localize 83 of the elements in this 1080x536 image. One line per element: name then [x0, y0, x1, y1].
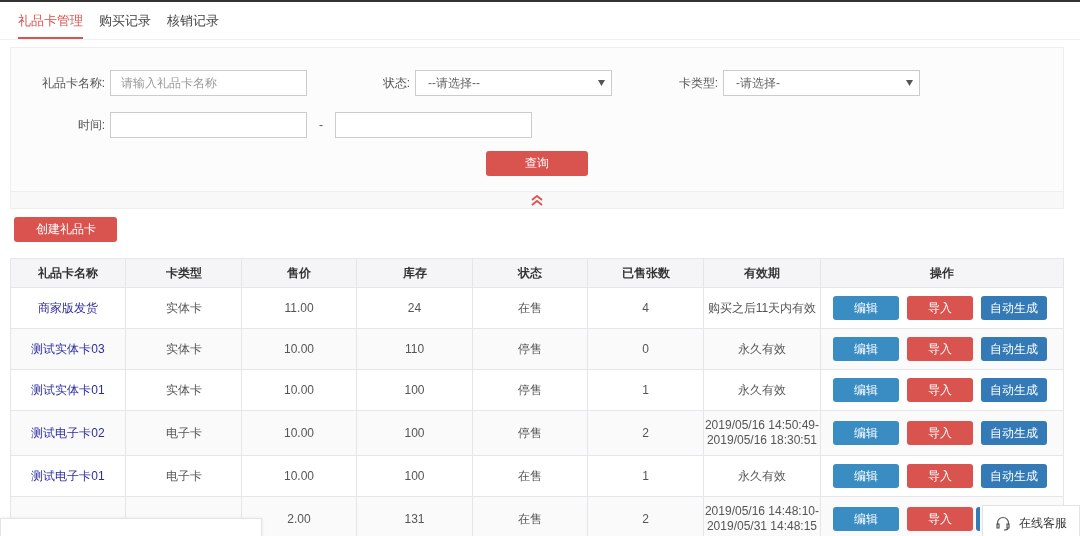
table-cell: 10.00 [284, 342, 314, 356]
edit-button[interactable]: 编辑 [833, 507, 899, 531]
double-chevron-up-icon [531, 194, 543, 206]
table-cell: 10.00 [284, 469, 314, 483]
table-cell: 131 [404, 512, 425, 526]
table-cell: 停售 [518, 341, 542, 356]
column-header: 礼品卡名称 [10, 258, 126, 288]
column-header: 已售张数 [587, 258, 704, 288]
validity-cell-text: 永久有效 [737, 382, 787, 398]
import-button[interactable]: 导入 [907, 421, 973, 445]
generate-button[interactable]: 自动生成 [981, 421, 1047, 445]
tab[interactable]: 礼品卡管理 [18, 2, 83, 39]
table-cell: 11.00 [284, 301, 314, 315]
table-cell: 电子卡 [165, 425, 202, 440]
table-cell: 实体卡 [165, 341, 202, 356]
table-cell: 在售 [518, 300, 542, 315]
dropdown-caret-icon [598, 80, 605, 86]
edit-button[interactable]: 编辑 [833, 464, 899, 488]
import-button[interactable]: 导入 [907, 507, 973, 531]
generate-button[interactable]: 自动生成 [981, 337, 1047, 361]
collapse-bar[interactable] [11, 191, 1063, 208]
table-cell: 4 [642, 301, 649, 315]
online-service-widget[interactable]: 在线客服 [982, 505, 1080, 536]
table-cell: 10.00 [284, 426, 314, 440]
start-time-field[interactable] [110, 112, 307, 138]
table-cell: 2 [642, 512, 649, 526]
select-dropdown[interactable]: --请选择-- [415, 70, 612, 96]
search-button[interactable]: 查询 [486, 151, 588, 176]
edit-button[interactable]: 编辑 [833, 337, 899, 361]
validity-cell: 2019/05/16 14:50:49- 2019/05/16 18:30:51 [704, 418, 820, 448]
edit-button[interactable]: 编辑 [833, 378, 899, 402]
validity-cell: 2019/05/16 14:48:10- 2019/05/31 14:48:15 [704, 504, 820, 534]
table-cell: 2.00 [287, 512, 311, 526]
create-card-button[interactable]: 创建礼品卡 [14, 217, 117, 242]
generate-button[interactable]: 自动生成 [981, 296, 1047, 320]
import-button[interactable]: 导入 [907, 296, 973, 320]
table-cell: 电子卡 [165, 468, 202, 483]
table-cell: 停售 [518, 425, 542, 440]
column-header: 库存 [356, 258, 473, 288]
import-button[interactable]: 导入 [907, 337, 973, 361]
generate-button[interactable]: 自动生成 [981, 464, 1047, 488]
import-button[interactable]: 导入 [907, 378, 973, 402]
column-header: 有效期 [703, 258, 821, 288]
edit-button[interactable]: 编辑 [833, 296, 899, 320]
select-dropdown[interactable]: -请选择- [723, 70, 920, 96]
field-label: 状态: [381, 74, 410, 92]
table-cell: 10.00 [284, 383, 314, 397]
end-time-field[interactable] [335, 112, 532, 138]
edit-button[interactable]: 编辑 [833, 421, 899, 445]
table-cell: 100 [404, 426, 425, 440]
table-cell: 0 [642, 342, 649, 356]
generate-button[interactable]: 自动生成 [981, 378, 1047, 402]
table-cell: 实体卡 [165, 382, 202, 397]
table-cell: 100 [404, 383, 425, 397]
field-label: 卡类型: [677, 74, 718, 92]
name-input-field[interactable]: 请输入礼品卡名称 [110, 70, 307, 96]
dropdown-caret-icon [906, 80, 913, 86]
column-header: 售价 [241, 258, 357, 288]
table-cell: 停售 [518, 382, 542, 397]
table-cell: 100 [404, 469, 425, 483]
tab[interactable]: 核销记录 [167, 2, 219, 39]
range-separator: - [318, 118, 324, 132]
table-cell: 1 [642, 469, 649, 483]
table-cell: 在售 [518, 511, 542, 526]
column-header: 操作 [820, 258, 1064, 288]
generate-button[interactable] [976, 507, 980, 531]
table-cell: 1 [642, 383, 649, 397]
column-header: 卡类型 [125, 258, 242, 288]
column-header: 状态 [472, 258, 588, 288]
card-name-link[interactable]: 商家版发货 [38, 300, 98, 315]
table-cell: 实体卡 [165, 300, 202, 315]
table-cell: 2 [642, 426, 649, 440]
field-label: 礼品卡名称: [40, 74, 105, 92]
table-cell: 在售 [518, 468, 542, 483]
headset-icon [995, 515, 1011, 531]
validity-cell-text: 永久有效 [737, 341, 787, 357]
table-cell: 24 [407, 301, 422, 315]
validity-cell-text: 永久有效 [737, 468, 787, 484]
field-label: 时间: [76, 116, 105, 134]
tab[interactable]: 购买记录 [99, 2, 151, 39]
validity-cell-text: 购买之后11天内有效 [706, 300, 818, 316]
import-button[interactable]: 导入 [907, 464, 973, 488]
table-cell: 110 [404, 342, 425, 356]
